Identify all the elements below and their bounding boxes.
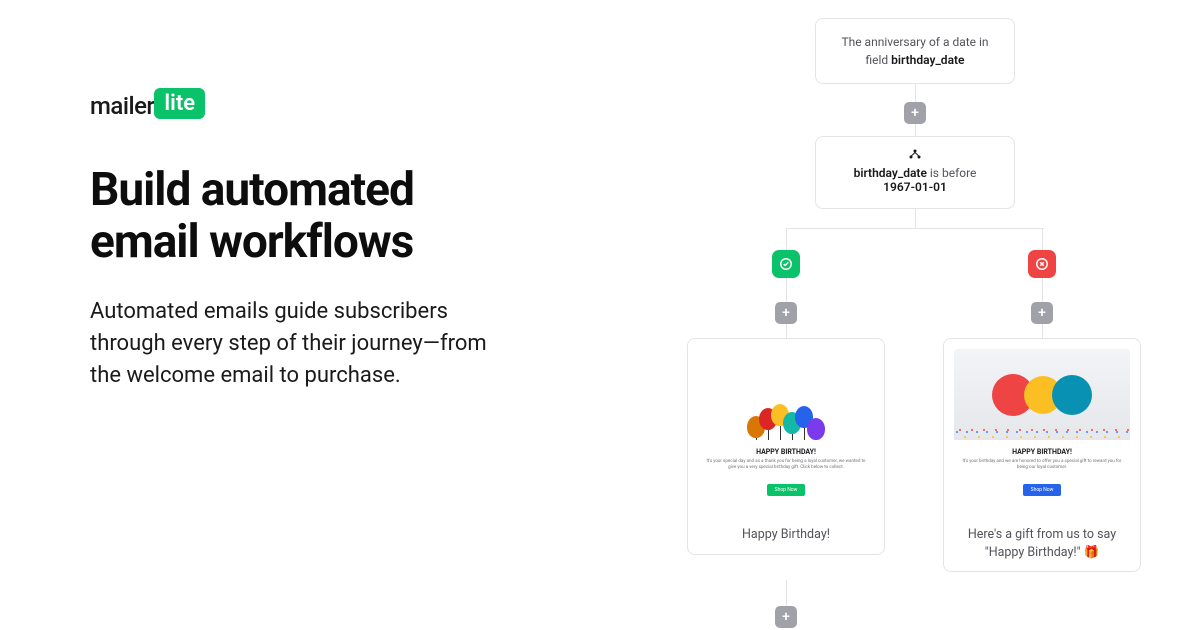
condition-field: birthday_date	[854, 166, 927, 180]
page-title: Build automated email workflows	[90, 165, 520, 268]
workflow-diagram: The anniversary of a date in field birth…	[540, 0, 1200, 630]
logo-mailer: mailer	[90, 92, 154, 120]
connector-line	[915, 206, 916, 228]
workflow-condition-node[interactable]: birthday_date is before 1967-01-01	[815, 136, 1015, 209]
x-circle-icon	[1035, 257, 1049, 271]
trigger-field: birthday_date	[891, 53, 964, 67]
page-subtitle: Automated emails guide subscribers throu…	[90, 296, 520, 392]
preview-cta: Shop Now	[1023, 484, 1062, 496]
email-preview-thumbnail: HAPPY BIRTHDAY! It's your birthday and w…	[954, 349, 1130, 504]
add-step-button[interactable]: +	[775, 606, 797, 628]
check-circle-icon	[779, 257, 793, 271]
connector-line	[786, 228, 1044, 229]
email-node-title: Happy Birthday!	[698, 526, 874, 544]
add-step-button[interactable]: +	[904, 102, 926, 124]
branch-icon	[834, 149, 996, 162]
marketing-copy: mailerlite Build automated email workflo…	[0, 0, 540, 630]
logo: mailerlite	[90, 90, 520, 121]
branch-false-badge[interactable]	[1028, 250, 1056, 278]
condition-value: 1967-01-01	[883, 180, 947, 194]
preview-heading: HAPPY BIRTHDAY!	[704, 448, 868, 456]
add-step-button[interactable]: +	[775, 302, 797, 324]
logo-lite-badge: lite	[154, 88, 205, 119]
branch-true-badge[interactable]	[772, 250, 800, 278]
workflow-trigger-node[interactable]: The anniversary of a date in field birth…	[815, 18, 1015, 84]
workflow-email-node[interactable]: HAPPY BIRTHDAY! It's your birthday and w…	[943, 338, 1141, 572]
condition-mid: is before	[927, 166, 977, 180]
preview-cta: Shop Now	[767, 484, 806, 496]
email-node-title: Here's a gift from us to say "Happy Birt…	[954, 526, 1130, 561]
workflow-email-node[interactable]: HAPPY BIRTHDAY! It's your special day an…	[687, 338, 885, 555]
preview-heading: HAPPY BIRTHDAY!	[960, 448, 1124, 456]
email-preview-thumbnail: HAPPY BIRTHDAY! It's your special day an…	[698, 349, 874, 504]
preview-text: It's your special day and as a thank you…	[704, 459, 868, 471]
add-step-button[interactable]: +	[1031, 302, 1053, 324]
preview-text: It's your birthday and we are honored to…	[960, 459, 1124, 471]
